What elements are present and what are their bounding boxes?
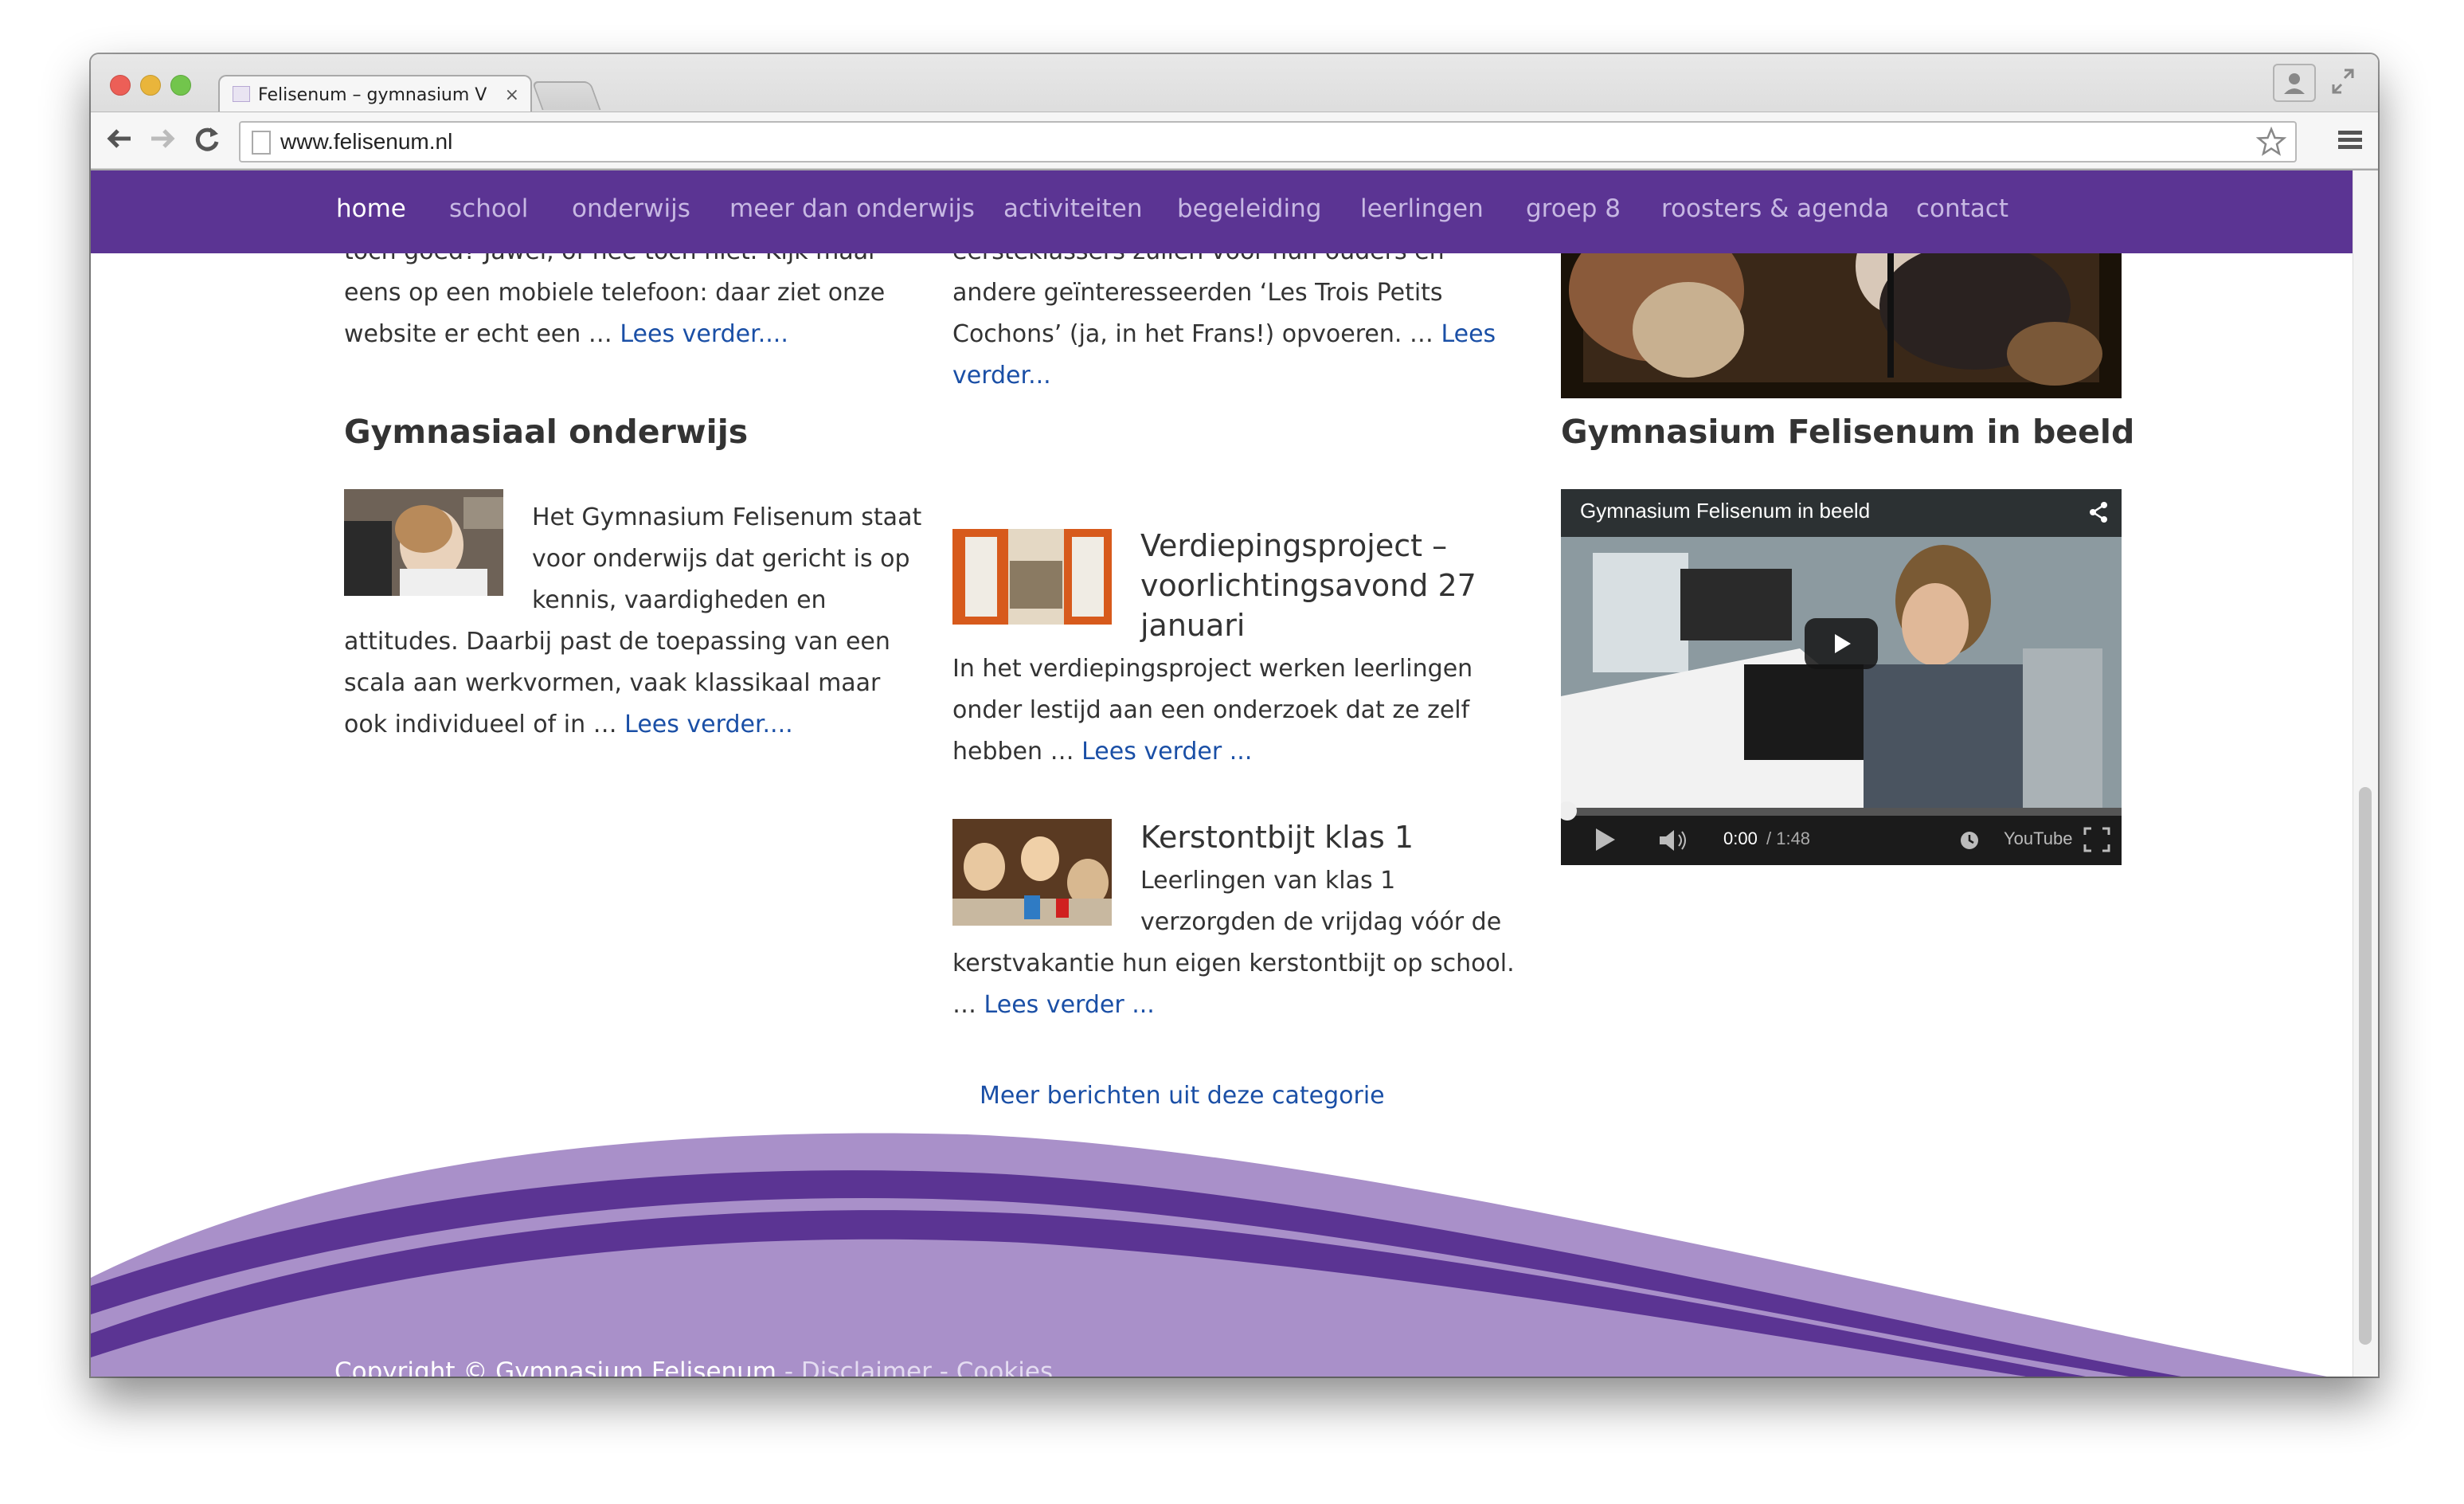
nav-onderwijs[interactable]: onderwijs xyxy=(572,194,690,223)
read-more-link[interactable]: Lees verder ... xyxy=(1081,738,1252,766)
nav-activiteiten[interactable]: activiteiten xyxy=(1003,194,1142,223)
forward-icon[interactable] xyxy=(147,123,178,163)
back-icon[interactable] xyxy=(104,123,135,163)
kerst-line: kerstvakantie hun eigen kerstontbijt op … xyxy=(952,950,1515,977)
browser-chrome: Felisenum – gymnasium V × www.felisenum.… xyxy=(91,54,2378,170)
nav-groep-8[interactable]: groep 8 xyxy=(1526,194,1621,223)
verdieping-line: onder lestijd aan een onderzoek dat ze z… xyxy=(952,696,1470,724)
kerst-line: verzorgden de vrijdag vóór de xyxy=(1140,908,1502,936)
verdieping-title-line[interactable]: januari xyxy=(1140,605,1555,645)
nav-roosters-agenda[interactable]: roosters & agenda xyxy=(1661,194,1889,223)
fullscreen-icon[interactable] xyxy=(2329,65,2357,97)
page-viewport: home school onderwijs meer dan onderwijs… xyxy=(91,170,2353,1377)
address-bar[interactable]: www.felisenum.nl xyxy=(239,121,2297,163)
copyright-text: Copyright © Gymnasium Felisenum xyxy=(334,1357,777,1377)
gymnasiaal-heading[interactable]: Gymnasiaal onderwijs xyxy=(344,413,748,451)
col1-top-line-text: website er echt een … xyxy=(344,320,620,348)
verdieping-line: In het verdiepingsproject werken leerlin… xyxy=(952,655,1473,683)
footer-separator: - xyxy=(931,1357,956,1377)
verdieping-title-line[interactable]: voorlichtingsavond 27 xyxy=(1140,566,1555,605)
gymnasiaal-line: voor onderwijs dat gericht is op xyxy=(532,545,910,573)
play-button[interactable] xyxy=(1805,618,1878,669)
kerst-text: kerstvakantie hun eigen kerstontbijt op … xyxy=(952,943,1542,1026)
footer-separator: - xyxy=(776,1357,801,1377)
beeld-heading[interactable]: Gymnasium Felisenum in beeld xyxy=(1561,413,2134,451)
nav-home[interactable]: home xyxy=(336,194,406,223)
reload-icon[interactable] xyxy=(191,123,223,163)
kerst-text-wrap: Leerlingen van klas 1 verzorgden de vrij… xyxy=(1140,860,1555,943)
verdieping-title[interactable]: Verdiepingsproject – voorlichtingsavond … xyxy=(1140,526,1555,645)
minimize-window-button[interactable] xyxy=(140,75,161,96)
gymnasiaal-text-wrap: Het Gymnasium Felisenum staat voor onder… xyxy=(532,497,930,621)
col2-top-line: andere geïnteresseerden ‘Les Trois Petit… xyxy=(952,279,1443,307)
col2-top-line: Cochons’ (ja, in het Frans!) opvoeren. …… xyxy=(952,314,1526,355)
verdieping-text: In het verdiepingsproject werken leerlin… xyxy=(952,648,1542,773)
read-more-link[interactable]: Lees verder ... xyxy=(984,991,1155,1019)
gymnasiaal-line: ook individueel of in … Lees verder.... xyxy=(344,704,917,746)
read-more-link[interactable]: Lees verder.... xyxy=(624,711,793,738)
kerst-thumbnail[interactable] xyxy=(952,819,1112,926)
bookmark-star-icon[interactable] xyxy=(2255,126,2287,158)
zoom-window-button[interactable] xyxy=(170,75,191,96)
scrollbar-thumb[interactable] xyxy=(2359,787,2372,1345)
time-total: / 1:48 xyxy=(1766,828,1811,848)
read-more-link[interactable]: Lees xyxy=(1441,320,1496,348)
col2-top-line-text: Cochons’ (ja, in het Frans!) opvoeren. … xyxy=(952,320,1441,348)
site-nav: home school onderwijs meer dan onderwijs… xyxy=(91,170,2353,253)
gymnasiaal-line-text: ook individueel of in … xyxy=(344,711,625,738)
col2-top-text: eersteklassers zullen voor hun ouders en… xyxy=(952,231,1526,397)
kerst-line: Leerlingen van klas 1 xyxy=(1140,867,1396,895)
video-title[interactable]: Gymnasium Felisenum in beeld xyxy=(1580,499,1870,523)
share-icon[interactable] xyxy=(2087,500,2110,524)
play-icon[interactable] xyxy=(1593,827,1617,852)
profile-icon[interactable] xyxy=(2273,64,2316,102)
gymnasiaal-line: scala aan werkvormen, vaak klassikaal ma… xyxy=(344,669,881,697)
browser-tab[interactable]: Felisenum – gymnasium V × xyxy=(218,75,532,112)
page-icon xyxy=(252,131,271,155)
verdieping-thumbnail[interactable] xyxy=(952,529,1112,625)
fullscreen-video-icon[interactable] xyxy=(2083,827,2110,852)
favicon-icon xyxy=(233,86,250,102)
new-tab-button[interactable] xyxy=(531,81,601,110)
gymnasiaal-line: attitudes. Daarbij past de toepassing va… xyxy=(344,628,890,656)
gymnasiaal-line: kennis, vaardigheden en xyxy=(532,586,827,614)
gymnasiaal-line: Het Gymnasium Felisenum staat xyxy=(532,503,922,531)
read-more-link[interactable]: verder... xyxy=(952,355,1526,397)
footer-wave xyxy=(91,1133,2328,1377)
gymnasiaal-thumbnail[interactable] xyxy=(344,489,503,596)
cookies-link[interactable]: Cookies xyxy=(956,1357,1053,1377)
nav-contact[interactable]: contact xyxy=(1916,194,2008,223)
verdieping-title-line[interactable]: Verdiepingsproject – xyxy=(1140,526,1555,566)
browser-window: Felisenum – gymnasium V × www.felisenum.… xyxy=(91,54,2378,1377)
close-window-button[interactable] xyxy=(110,75,131,96)
disclaimer-link[interactable]: Disclaimer xyxy=(801,1357,932,1377)
tab-title: Felisenum – gymnasium V xyxy=(258,85,487,105)
kerst-title[interactable]: Kerstontbijt klas 1 xyxy=(1140,817,1414,857)
col1-top-line: website er echt een … Lees verder.... xyxy=(344,314,917,355)
watch-later-icon[interactable] xyxy=(1959,830,1980,851)
nav-begeleiding[interactable]: begeleiding xyxy=(1177,194,1321,223)
youtube-logo[interactable]: YouTube xyxy=(2004,828,2072,849)
video-progress[interactable] xyxy=(1561,808,2122,816)
gymnasiaal-text: attitudes. Daarbij past de toepassing va… xyxy=(344,621,917,746)
col1-top-line: eens op een mobiele telefoon: daar ziet … xyxy=(344,279,886,307)
nav-leerlingen[interactable]: leerlingen xyxy=(1360,194,1484,223)
footer-copyright: Copyright © Gymnasium Felisenum - Discla… xyxy=(334,1357,1053,1377)
volume-icon[interactable] xyxy=(1658,828,1690,852)
time-current: 0:00 xyxy=(1723,828,1758,848)
kerst-line-text: … xyxy=(952,991,984,1019)
nav-school[interactable]: school xyxy=(449,194,528,223)
verdieping-line: hebben … Lees verder ... xyxy=(952,731,1542,773)
tab-close-icon[interactable]: × xyxy=(505,78,519,113)
more-posts-link[interactable]: Meer berichten uit deze categorie xyxy=(980,1075,1385,1117)
kerst-line: … Lees verder ... xyxy=(952,985,1542,1026)
menu-icon[interactable] xyxy=(2337,127,2364,153)
url-text: www.felisenum.nl xyxy=(280,129,453,154)
read-more-link[interactable]: Lees verder.... xyxy=(620,320,788,348)
nav-meer-dan-onderwijs[interactable]: meer dan onderwijs xyxy=(729,194,975,223)
youtube-video[interactable]: Gymnasium Felisenum in beeld 0:00 / 1:48… xyxy=(1561,489,2122,865)
verdieping-line-text: hebben … xyxy=(952,738,1082,766)
